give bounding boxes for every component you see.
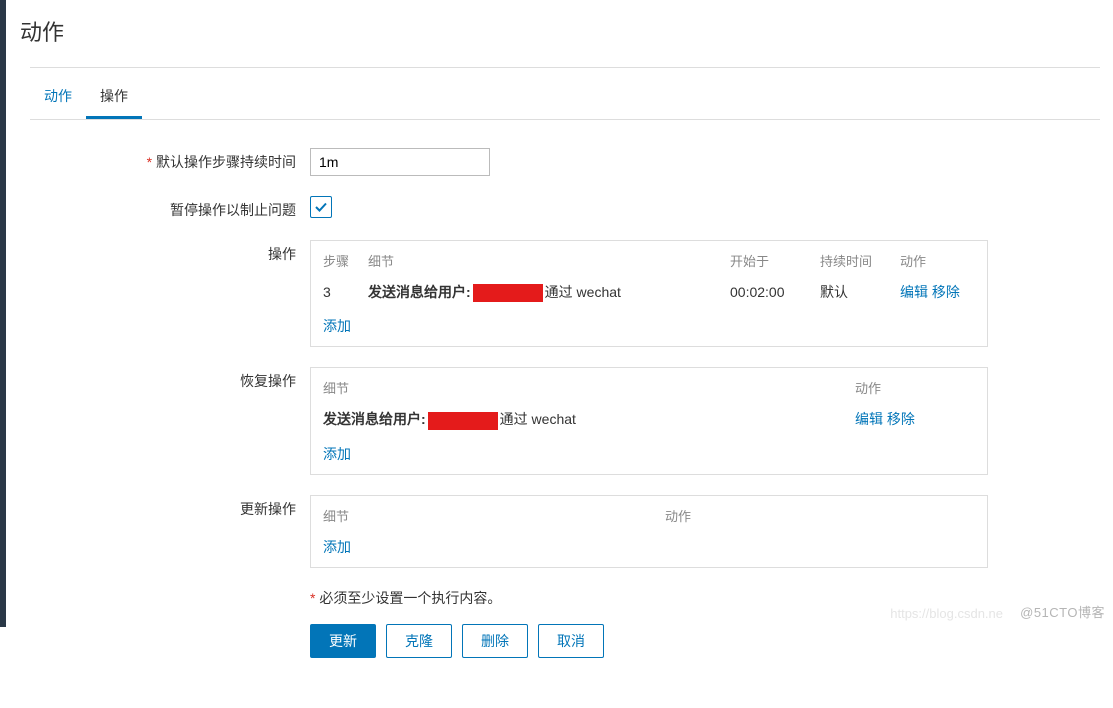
recovery-thead: 细节 动作 [323,378,975,405]
row-operations: 操作 步骤 细节 开始于 持续时间 动作 3 发送消 [30,240,1100,347]
control-recovery: 细节 动作 发送消息给用户:通过 wechat 编辑 移除 [310,367,1100,474]
button-row: 更新 克隆 删除 取消 [310,624,1100,658]
label-update: 更新操作 [30,495,310,519]
redacted-block [473,284,543,302]
row-duration: * 默认操作步骤持续时间 [30,148,1100,176]
recovery-table: 细节 动作 发送消息给用户:通过 wechat 编辑 移除 [310,367,988,474]
operations-add-link[interactable]: 添加 [323,312,351,336]
redacted-block-2 [428,412,498,430]
label-recovery: 恢复操作 [30,367,310,391]
required-mark-2: * [310,590,319,606]
cell-duration: 默认 [820,282,900,302]
update-add-link[interactable]: 添加 [323,533,351,557]
duration-input[interactable] [310,148,490,176]
row-footer: * 必须至少设置一个执行内容。 更新 克隆 删除 取消 [30,588,1100,658]
remove-link[interactable]: 移除 [932,284,960,300]
cell-r-action: 编辑 移除 [855,409,975,429]
r-edit-link[interactable]: 编辑 [855,411,883,427]
operations-thead: 步骤 细节 开始于 持续时间 动作 [323,251,975,278]
clone-button[interactable]: 克隆 [386,624,452,658]
update-table: 细节 动作 添加 [310,495,988,568]
delete-button[interactable]: 删除 [462,624,528,658]
r-remove-link[interactable]: 移除 [887,411,915,427]
label-pause: 暂停操作以制止问题 [30,196,310,220]
row-recovery: 恢复操作 细节 动作 发送消息给用户:通过 wechat 编辑 [30,367,1100,474]
th-duration: 持续时间 [820,251,900,270]
cell-r-detail: 发送消息给用户:通过 wechat [323,409,855,429]
tab-action[interactable]: 动作 [30,76,86,119]
th-u-action: 动作 [665,506,975,525]
operations-row: 3 发送消息给用户:通过 wechat 00:02:00 默认 编辑 移除 [323,278,975,312]
th-r-action: 动作 [855,378,975,397]
row-pause: 暂停操作以制止问题 [30,196,1100,220]
cell-action: 编辑 移除 [900,282,975,302]
edit-link[interactable]: 编辑 [900,284,928,300]
control-pause [310,196,1100,218]
control-operations: 步骤 细节 开始于 持续时间 动作 3 发送消息给用户:通过 wechat 00… [310,240,1100,347]
label-operations: 操作 [30,240,310,264]
th-action: 动作 [900,251,975,270]
label-empty [30,588,310,592]
control-duration [310,148,1100,176]
recovery-row: 发送消息给用户:通过 wechat 编辑 移除 [323,405,975,439]
tab-bar: 动作 操作 [30,68,1100,120]
update-thead: 细节 动作 [323,506,975,533]
left-sidebar-edge [0,0,6,627]
label-duration: * 默认操作步骤持续时间 [30,148,310,172]
watermark-text: @51CTO博客 [1020,602,1105,621]
th-start: 开始于 [730,251,820,270]
control-footer: * 必须至少设置一个执行内容。 更新 克隆 删除 取消 [310,588,1100,658]
th-detail: 细节 [368,251,730,270]
footer-required-msg: * 必须至少设置一个执行内容。 [310,588,1100,608]
operations-table: 步骤 细节 开始于 持续时间 动作 3 发送消息给用户:通过 wechat 00… [310,240,988,347]
required-mark: * [147,154,156,170]
pause-checkbox[interactable] [310,196,332,218]
watermark-url: https://blog.csdn.ne [890,606,1003,621]
submit-button[interactable]: 更新 [310,624,376,658]
cell-detail: 发送消息给用户:通过 wechat [368,282,730,302]
page-title: 动作 [20,15,1113,67]
cancel-button[interactable]: 取消 [538,624,604,658]
recovery-add-link[interactable]: 添加 [323,440,351,464]
cell-start: 00:02:00 [730,284,820,300]
th-r-detail: 细节 [323,378,855,397]
check-icon [314,200,328,214]
tab-operation[interactable]: 操作 [86,76,142,119]
th-step: 步骤 [323,251,368,270]
th-u-detail: 细节 [323,506,665,525]
cell-step: 3 [323,284,368,300]
row-update: 更新操作 细节 动作 添加 [30,495,1100,568]
page-container: 动作 动作 操作 * 默认操作步骤持续时间 暂停操作以制止问题 [0,0,1113,708]
control-update: 细节 动作 添加 [310,495,1100,568]
